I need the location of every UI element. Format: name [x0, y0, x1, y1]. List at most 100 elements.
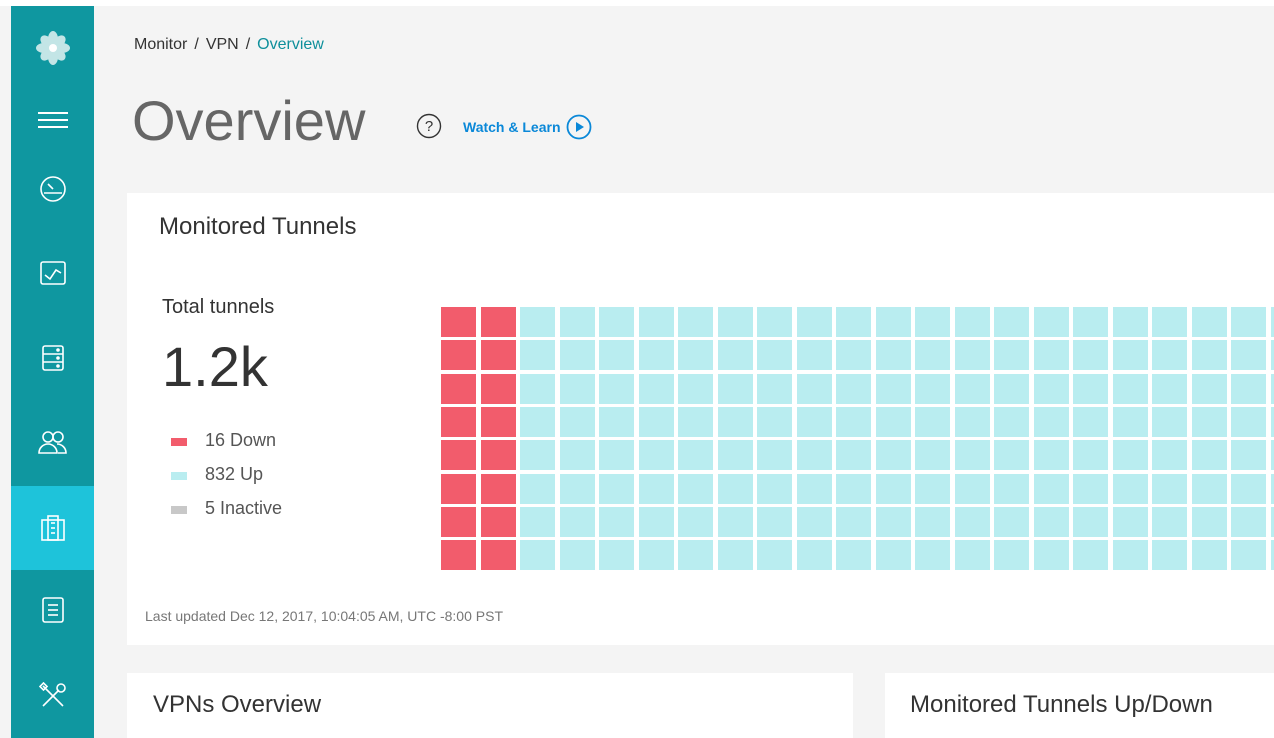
tunnel-cell-down[interactable]: [480, 473, 516, 504]
tunnel-cell-up[interactable]: [599, 340, 634, 371]
tunnel-cell-up[interactable]: [1231, 406, 1266, 437]
tunnel-cell-up[interactable]: [994, 440, 1029, 471]
tunnel-cell-up[interactable]: [915, 340, 950, 371]
tunnel-cell-up[interactable]: [520, 373, 555, 404]
tunnel-cell-up[interactable]: [1112, 440, 1148, 471]
tunnel-cell-up[interactable]: [638, 473, 674, 504]
tunnel-cell-up[interactable]: [757, 406, 792, 437]
tunnel-cell-up[interactable]: [1270, 473, 1274, 504]
tunnel-cell-up[interactable]: [915, 540, 950, 571]
tunnel-cell-up[interactable]: [638, 406, 674, 437]
tunnel-cell-up[interactable]: [1112, 406, 1148, 437]
tunnel-cell-up[interactable]: [678, 340, 713, 371]
tunnel-cell-up[interactable]: [1191, 406, 1227, 437]
tunnel-cell-down[interactable]: [480, 440, 516, 471]
tunnel-cell-up[interactable]: [1073, 406, 1108, 437]
tunnel-cell-up[interactable]: [520, 540, 555, 571]
tunnel-cell-up[interactable]: [1231, 540, 1266, 571]
tunnel-cell-up[interactable]: [559, 340, 595, 371]
tunnel-cell-up[interactable]: [1152, 540, 1187, 571]
tunnel-cell-up[interactable]: [638, 373, 674, 404]
tunnel-cell-up[interactable]: [836, 440, 871, 471]
tunnel-cell-down[interactable]: [441, 540, 476, 571]
tunnel-cell-up[interactable]: [1152, 406, 1187, 437]
tunnel-cell-up[interactable]: [875, 340, 911, 371]
tunnel-cell-up[interactable]: [954, 373, 990, 404]
tunnel-cell-up[interactable]: [796, 340, 832, 371]
tunnel-cell-up[interactable]: [875, 307, 911, 337]
tunnel-cell-down[interactable]: [480, 307, 516, 337]
tunnel-cell-up[interactable]: [638, 340, 674, 371]
tunnel-cell-up[interactable]: [954, 440, 990, 471]
tunnel-cell-up[interactable]: [520, 406, 555, 437]
tunnel-cell-up[interactable]: [599, 373, 634, 404]
tunnel-cell-up[interactable]: [717, 540, 753, 571]
tunnel-cell-up[interactable]: [757, 340, 792, 371]
tunnel-cell-up[interactable]: [678, 440, 713, 471]
tunnel-cell-up[interactable]: [717, 340, 753, 371]
tunnel-cell-up[interactable]: [1033, 406, 1069, 437]
tunnel-cell-up[interactable]: [1073, 440, 1108, 471]
tunnel-cell-up[interactable]: [1033, 340, 1069, 371]
tunnel-cell-up[interactable]: [796, 307, 832, 337]
tunnel-cell-down[interactable]: [480, 373, 516, 404]
tunnel-cell-up[interactable]: [520, 506, 555, 537]
tunnel-cell-up[interactable]: [875, 540, 911, 571]
tunnel-cell-up[interactable]: [520, 440, 555, 471]
tunnel-cell-up[interactable]: [717, 473, 753, 504]
tunnel-cell-up[interactable]: [559, 373, 595, 404]
tunnel-cell-up[interactable]: [994, 340, 1029, 371]
tunnel-cell-up[interactable]: [954, 406, 990, 437]
dashboard-gauge-icon[interactable]: [11, 147, 94, 231]
tunnel-cell-up[interactable]: [1073, 373, 1108, 404]
breadcrumb-monitor[interactable]: Monitor: [134, 36, 187, 53]
tunnel-cell-up[interactable]: [1112, 307, 1148, 337]
tunnel-cell-up[interactable]: [559, 506, 595, 537]
tunnel-cell-up[interactable]: [1152, 307, 1187, 337]
tunnel-cell-up[interactable]: [1270, 440, 1274, 471]
tunnel-cell-up[interactable]: [717, 406, 753, 437]
server-icon[interactable]: [11, 316, 94, 400]
tunnel-cell-up[interactable]: [717, 307, 753, 337]
tunnel-cell-up[interactable]: [836, 473, 871, 504]
tunnel-cell-down[interactable]: [441, 440, 476, 471]
tunnel-cell-up[interactable]: [915, 473, 950, 504]
tunnel-cell-up[interactable]: [954, 340, 990, 371]
tunnel-cell-up[interactable]: [1033, 307, 1069, 337]
tunnel-cell-up[interactable]: [1270, 506, 1274, 537]
tunnel-cell-up[interactable]: [1073, 540, 1108, 571]
tunnel-cell-up[interactable]: [757, 506, 792, 537]
tunnel-cell-up[interactable]: [954, 473, 990, 504]
tunnel-cell-up[interactable]: [520, 473, 555, 504]
tools-icon[interactable]: [11, 654, 94, 738]
tunnel-cell-up[interactable]: [1191, 307, 1227, 337]
tunnel-cell-up[interactable]: [796, 540, 832, 571]
vpn-icon[interactable]: [11, 486, 94, 570]
tunnel-cell-up[interactable]: [1191, 473, 1227, 504]
tunnel-cell-up[interactable]: [559, 473, 595, 504]
tunnel-cell-up[interactable]: [954, 307, 990, 337]
tunnel-cell-up[interactable]: [875, 406, 911, 437]
tunnel-cell-up[interactable]: [796, 473, 832, 504]
tunnel-cell-up[interactable]: [678, 373, 713, 404]
watch-learn-link[interactable]: Watch & Learn: [463, 114, 592, 140]
tunnel-cell-down[interactable]: [441, 307, 476, 337]
tunnel-cell-down[interactable]: [441, 406, 476, 437]
tunnel-cell-up[interactable]: [836, 307, 871, 337]
monitor-chart-icon[interactable]: [11, 231, 94, 315]
tunnel-cell-up[interactable]: [1231, 473, 1266, 504]
tunnel-cell-down[interactable]: [441, 340, 476, 371]
question-circle-icon[interactable]: ?: [416, 113, 442, 144]
tunnel-cell-up[interactable]: [915, 307, 950, 337]
tunnel-cell-up[interactable]: [994, 540, 1029, 571]
tunnel-cell-up[interactable]: [559, 406, 595, 437]
tunnel-cell-up[interactable]: [875, 440, 911, 471]
tunnel-cell-up[interactable]: [796, 440, 832, 471]
tunnel-cell-up[interactable]: [638, 440, 674, 471]
tunnel-cell-up[interactable]: [559, 540, 595, 571]
tunnel-cell-up[interactable]: [1191, 373, 1227, 404]
tunnel-cell-up[interactable]: [599, 473, 634, 504]
tunnel-cell-up[interactable]: [1270, 340, 1274, 371]
tunnel-cell-up[interactable]: [757, 307, 792, 337]
tunnel-cell-up[interactable]: [1191, 340, 1227, 371]
